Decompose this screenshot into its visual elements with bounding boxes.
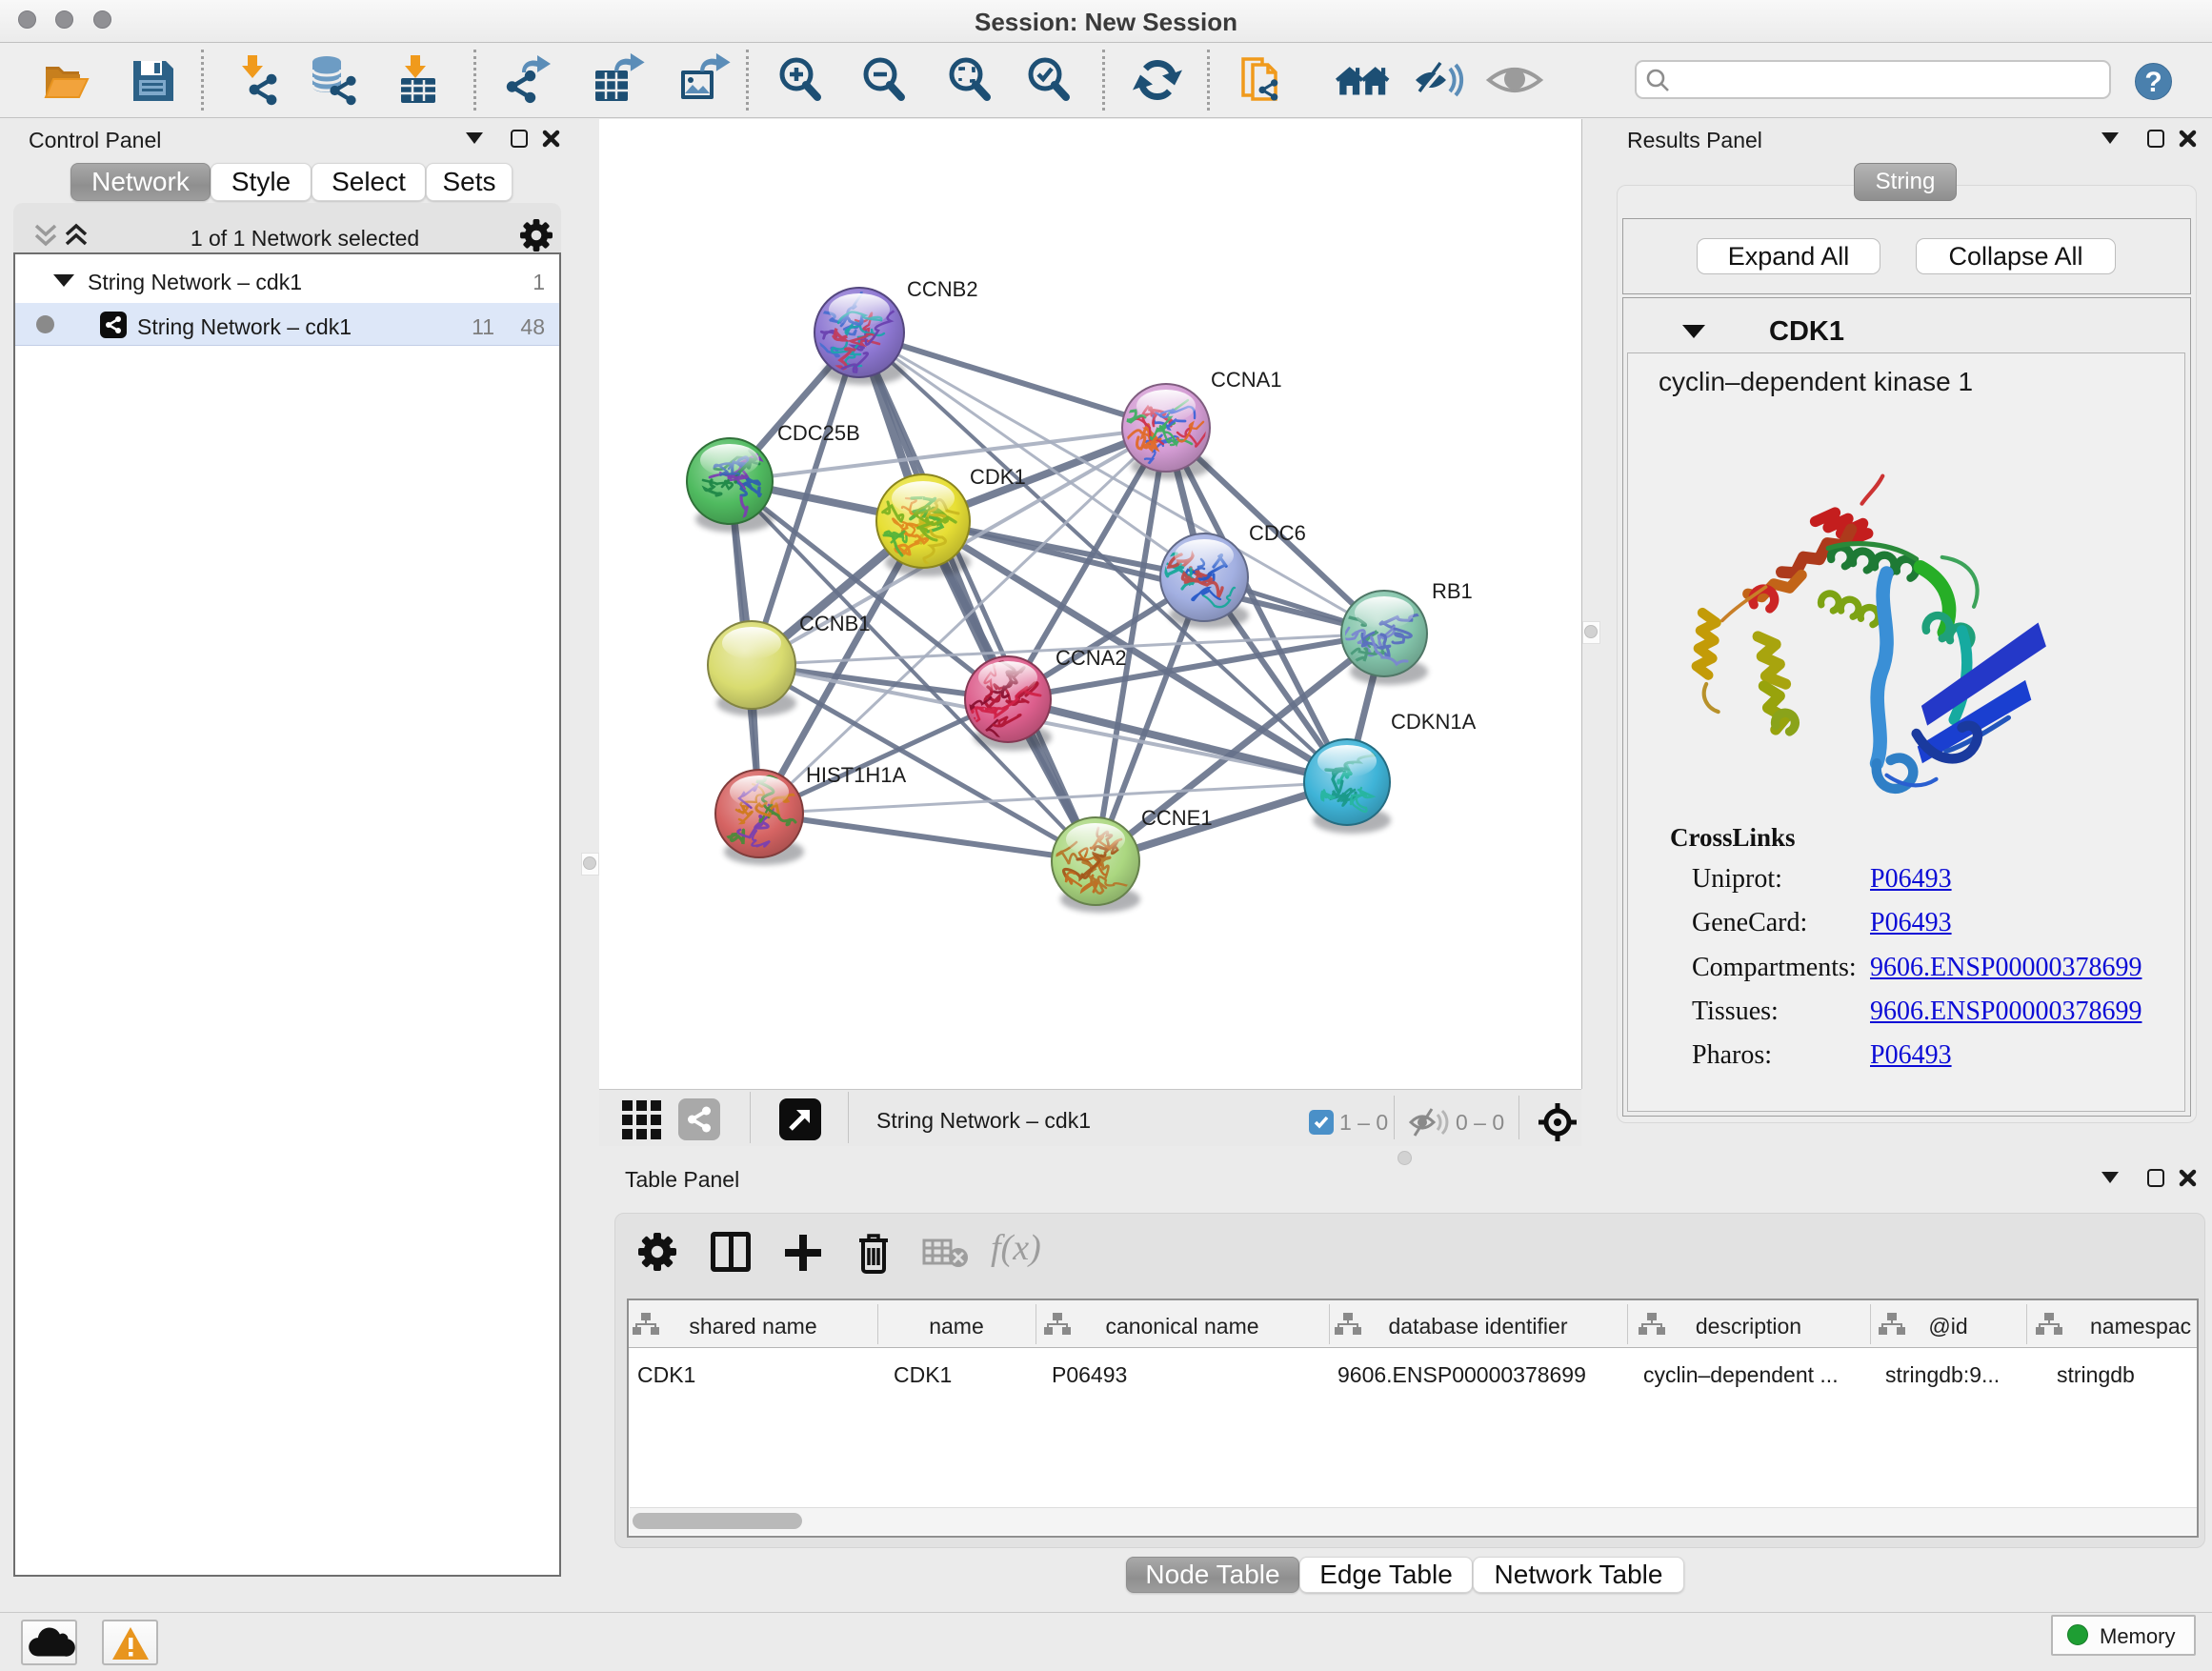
svg-text:CDK1: CDK1	[970, 465, 1026, 489]
svg-text:CCNA2: CCNA2	[1056, 646, 1127, 670]
svg-text:RB1: RB1	[1432, 579, 1473, 603]
svg-text:CCNE1: CCNE1	[1141, 806, 1213, 830]
svg-text:CCNB2: CCNB2	[907, 277, 978, 301]
svg-text:CDKN1A: CDKN1A	[1391, 710, 1477, 734]
svg-text:CDC25B: CDC25B	[777, 421, 860, 445]
svg-text:CCNB1: CCNB1	[799, 612, 871, 635]
svg-text:HIST1H1A: HIST1H1A	[806, 763, 906, 787]
svg-text:CCNA1: CCNA1	[1211, 368, 1282, 392]
svg-text:CDC6: CDC6	[1249, 521, 1306, 545]
